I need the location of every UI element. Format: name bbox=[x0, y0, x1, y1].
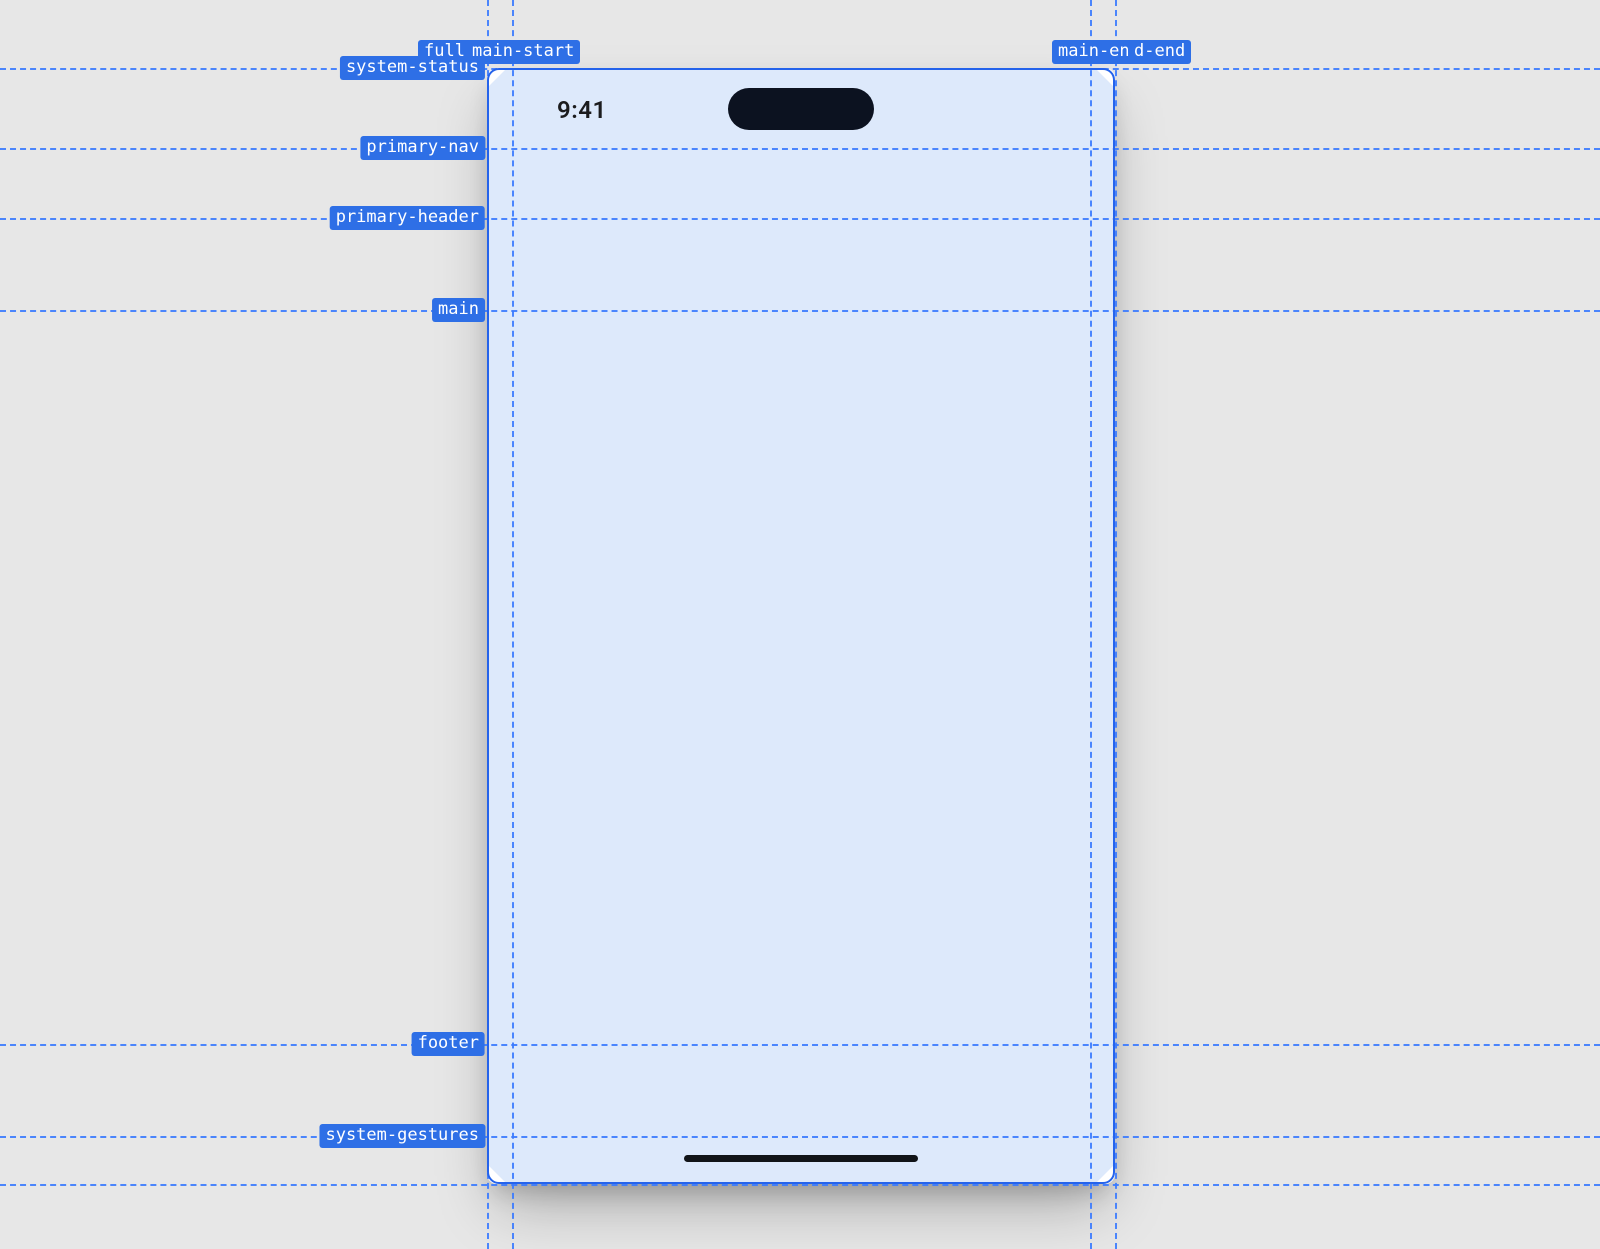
tag-primary-nav: primary-nav bbox=[360, 136, 485, 160]
tag-full-bleed-end: d-end bbox=[1128, 40, 1191, 64]
tag-system-status: system-status bbox=[340, 56, 485, 80]
tag-primary-header: primary-header bbox=[330, 206, 485, 230]
vguide-full-bleed-end bbox=[1115, 0, 1117, 1249]
corner-notch bbox=[1095, 1164, 1115, 1184]
corner-notch bbox=[487, 1164, 507, 1184]
dynamic-island bbox=[728, 88, 874, 130]
corner-notch bbox=[1095, 68, 1115, 88]
corner-notch bbox=[487, 68, 507, 88]
status-time: 9:41 bbox=[557, 96, 607, 124]
tag-system-gestures: system-gestures bbox=[319, 1124, 485, 1148]
hguide-bottom bbox=[0, 1184, 1600, 1186]
tag-footer: footer bbox=[412, 1032, 485, 1056]
phone-frame: 9:41 bbox=[487, 68, 1115, 1184]
tag-main: main bbox=[432, 298, 485, 322]
phone-surface: 9:41 bbox=[487, 68, 1115, 1184]
home-indicator bbox=[684, 1155, 918, 1162]
